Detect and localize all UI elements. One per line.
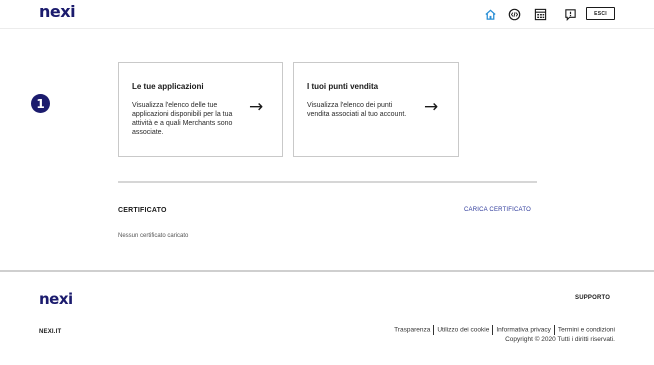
- arrow-right-icon: →: [249, 97, 264, 117]
- card-title: Le tue applicazioni: [132, 82, 204, 91]
- footer-links: Trasparenza Utilizzo dei cookie Informativ…: [394, 325, 615, 335]
- home-icon[interactable]: [482, 6, 498, 22]
- certificate-empty-text: Nessun certificato caricato: [118, 233, 189, 239]
- separator: [553, 325, 555, 335]
- arrow-right-icon: →: [424, 97, 439, 117]
- separator: [433, 325, 435, 335]
- help-icon[interactable]: [562, 6, 578, 22]
- card-title: I tuoi punti vendita: [307, 82, 379, 91]
- card-points-of-sale[interactable]: I tuoi punti vendita Visualizza l'elenco…: [293, 62, 459, 157]
- upload-certificate-link[interactable]: CARICA CERTIFICATO: [464, 207, 531, 213]
- section-divider: [118, 181, 537, 183]
- footer-link-privacy[interactable]: Informativa privacy: [496, 327, 551, 334]
- top-header: nexi ESCI: [0, 0, 654, 29]
- card-description: Visualizza l'elenco dei punti vendita as…: [307, 102, 407, 118]
- nexi-it-link[interactable]: NEXI.IT: [39, 329, 61, 335]
- copyright-text: Copyright © 2020 Tutti i diritti riserva…: [505, 336, 615, 343]
- footer-nexi-logo[interactable]: nexi: [39, 290, 73, 308]
- separator: [492, 325, 494, 335]
- step-badge: 1: [31, 94, 50, 113]
- footer-link-cookies[interactable]: Utilizzo dei cookie: [437, 327, 489, 334]
- footer-link-transparency[interactable]: Trasparenza: [394, 327, 430, 334]
- footer-divider: [0, 270, 654, 272]
- certificate-title: CERTIFICATO: [118, 207, 167, 214]
- card-applications[interactable]: Le tue applicazioni Visualizza l'elenco …: [118, 62, 283, 157]
- card-description: Visualizza l'elenco delle tue applicazio…: [132, 102, 233, 136]
- support-link[interactable]: SUPPORTO: [575, 295, 610, 301]
- logout-button[interactable]: ESCI: [586, 7, 615, 20]
- nexi-logo[interactable]: nexi: [39, 2, 76, 21]
- calculator-icon[interactable]: [532, 6, 548, 22]
- footer-link-terms[interactable]: Termini e condizioni: [558, 327, 615, 334]
- developer-icon[interactable]: [506, 6, 522, 22]
